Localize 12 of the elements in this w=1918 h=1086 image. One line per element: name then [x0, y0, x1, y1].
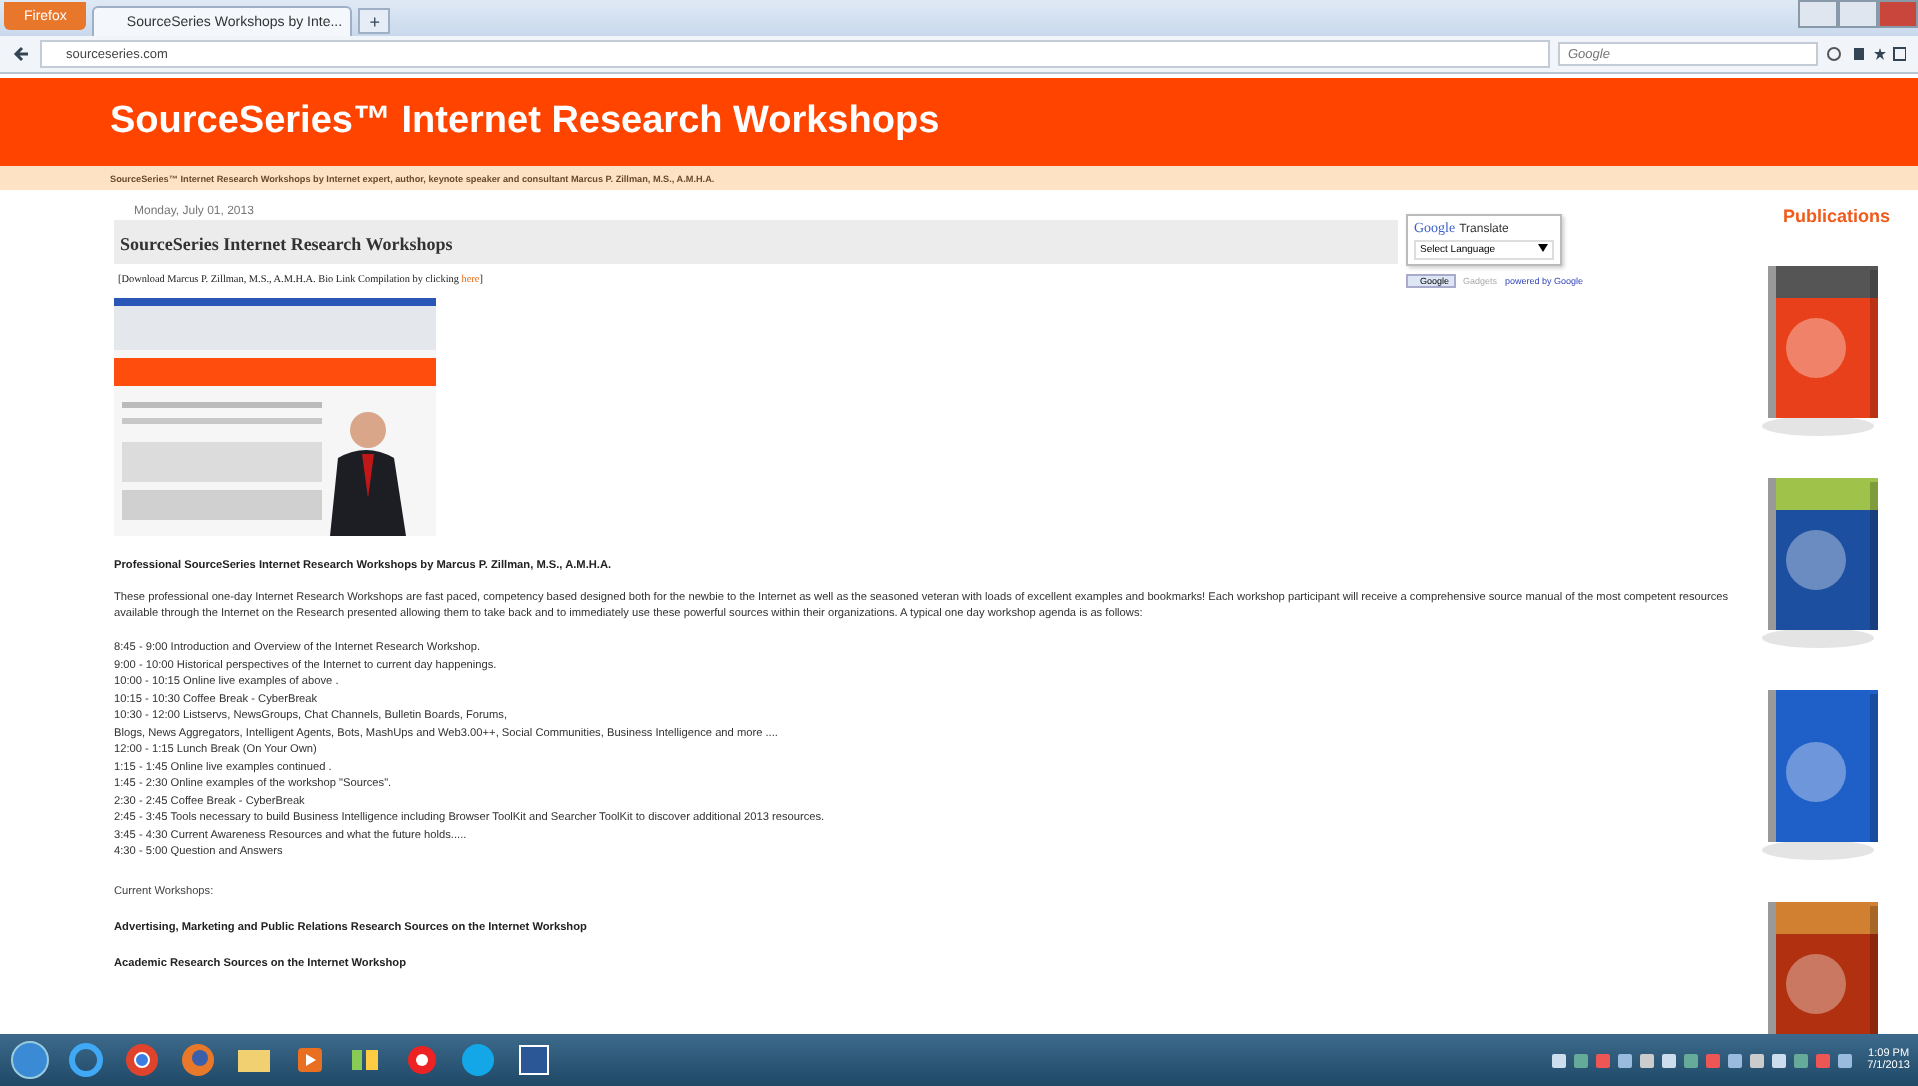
new-tab-button[interactable]: +: [358, 8, 391, 34]
browser-icon[interactable]: [120, 1040, 164, 1080]
toolbar-icons-drawing: [1826, 46, 1906, 62]
caret-icon: [1538, 244, 1548, 252]
chat-app-icon[interactable]: [456, 1040, 500, 1080]
publications-title: Publications: [1782, 206, 1890, 226]
maximize-button[interactable]: [1838, 0, 1878, 28]
start-button[interactable]: [8, 1040, 52, 1080]
minimize-button[interactable]: [1798, 0, 1838, 28]
back-icon[interactable]: [12, 44, 32, 64]
site-title: SourceSeries™ Internet Research Workshops: [110, 100, 940, 144]
post-title: SourceSeries Internet Research Workshops: [120, 234, 453, 254]
